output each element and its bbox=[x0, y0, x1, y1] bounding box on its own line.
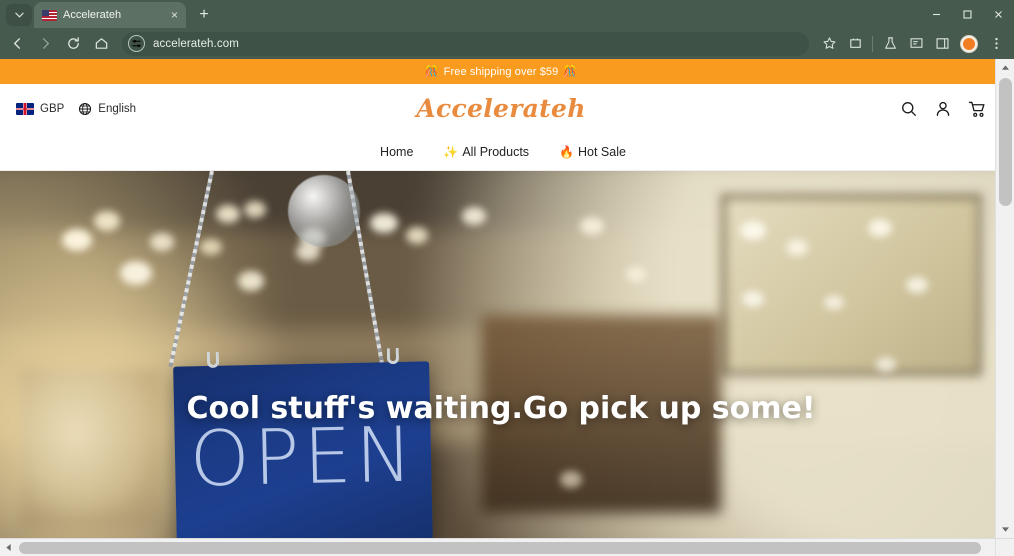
bokeh-light bbox=[216, 205, 240, 223]
language-selector[interactable]: English bbox=[78, 102, 136, 116]
avatar bbox=[963, 37, 975, 50]
home-button[interactable] bbox=[88, 31, 114, 57]
address-bar[interactable]: accelerateh.com bbox=[122, 31, 809, 56]
url-text: accelerateh.com bbox=[153, 37, 239, 50]
bokeh-light bbox=[406, 227, 428, 244]
bokeh-light bbox=[120, 261, 152, 285]
nav-item-all-products[interactable]: ✨ All Products bbox=[443, 145, 529, 159]
bokeh-light bbox=[824, 295, 844, 310]
hero-banner: OPEN Cool stuff's waiting.Go pick up som… bbox=[0, 171, 1002, 551]
profile-avatar[interactable] bbox=[960, 34, 978, 53]
web-page: 🎊 Free shipping over $59 🎊 GBP English A… bbox=[0, 59, 1002, 551]
sparkles-icon: ✨ bbox=[443, 144, 459, 159]
maximize-button[interactable] bbox=[952, 0, 983, 28]
site-nav: Home ✨ All Products 🔥 Hot Sale bbox=[0, 133, 1002, 171]
currency-selector[interactable]: GBP bbox=[16, 102, 65, 115]
chrome-menu-icon[interactable] bbox=[984, 31, 1008, 57]
tab-title: Accelerateh bbox=[63, 9, 122, 21]
toolbar-divider bbox=[872, 35, 873, 52]
currency-label: GBP bbox=[40, 102, 65, 115]
browser-tab[interactable]: Accelerateh × bbox=[34, 2, 186, 28]
cart-icon[interactable] bbox=[968, 100, 986, 118]
new-tab-button[interactable]: + bbox=[192, 3, 216, 27]
horizontal-scroll-thumb[interactable] bbox=[19, 541, 981, 554]
window-controls bbox=[921, 0, 1014, 28]
header-actions bbox=[900, 100, 986, 118]
bokeh-light bbox=[742, 291, 764, 307]
confetti-icon-right: 🎊 bbox=[563, 66, 578, 78]
page-viewport: 🎊 Free shipping over $59 🎊 GBP English A… bbox=[0, 59, 1014, 556]
bokeh-light bbox=[740, 221, 766, 240]
glass-ball-ornament bbox=[288, 175, 360, 247]
close-icon[interactable]: × bbox=[169, 9, 180, 21]
labs-flask-icon[interactable] bbox=[878, 31, 902, 57]
bokeh-light bbox=[580, 217, 604, 235]
browser-window: Accelerateh × + accelerateh.com 🎊 Free s… bbox=[0, 0, 1014, 556]
bokeh-light bbox=[244, 201, 266, 218]
scrollbar-corner bbox=[995, 538, 1014, 556]
minimize-button[interactable] bbox=[921, 0, 952, 28]
search-icon[interactable] bbox=[900, 100, 918, 118]
confetti-icon-left: 🎊 bbox=[424, 66, 439, 78]
tab-search-button[interactable] bbox=[6, 4, 32, 26]
nav-item-hot-sale[interactable]: 🔥 Hot Sale bbox=[559, 145, 626, 159]
bokeh-light bbox=[906, 277, 928, 293]
browser-chrome: Accelerateh × + accelerateh.com bbox=[0, 0, 1014, 59]
bokeh-light bbox=[200, 239, 222, 255]
nav-label-hot-sale: Hot Sale bbox=[578, 144, 626, 159]
extensions-icon[interactable] bbox=[843, 31, 867, 57]
vertical-scroll-track[interactable] bbox=[996, 76, 1014, 521]
nav-item-home[interactable]: Home bbox=[376, 145, 413, 159]
site-logo[interactable]: Accelerateh bbox=[0, 94, 1002, 123]
promo-text: Free shipping over $59 bbox=[443, 65, 559, 78]
bookmark-star-icon[interactable] bbox=[817, 31, 841, 57]
nav-label-home: Home bbox=[380, 144, 414, 159]
nav-label-all-products: All Products bbox=[462, 144, 530, 159]
forward-button[interactable] bbox=[32, 31, 58, 57]
bokeh-light bbox=[462, 207, 486, 225]
site-header: GBP English Accelerateh bbox=[0, 84, 1002, 133]
bokeh-light bbox=[868, 219, 892, 237]
tune-icon[interactable] bbox=[128, 35, 145, 52]
promo-banner: 🎊 Free shipping over $59 🎊 bbox=[0, 59, 1002, 84]
hero-headline: Cool stuff's waiting.Go pick up some! bbox=[186, 391, 816, 426]
bokeh-light bbox=[370, 213, 398, 233]
account-icon[interactable] bbox=[934, 100, 952, 118]
scroll-up-arrow[interactable] bbox=[996, 59, 1014, 76]
header-locale-group: GBP English bbox=[16, 102, 136, 116]
reading-list-icon[interactable] bbox=[904, 31, 928, 57]
vertical-scrollbar[interactable] bbox=[995, 59, 1014, 538]
us-flag-favicon bbox=[42, 9, 57, 21]
bokeh-light bbox=[626, 267, 646, 282]
framed-artwork-blur bbox=[721, 193, 982, 377]
horizontal-scrollbar[interactable] bbox=[0, 538, 1014, 556]
bokeh-light bbox=[238, 271, 264, 291]
uk-flag-icon bbox=[16, 102, 34, 115]
bokeh-light bbox=[94, 211, 120, 231]
language-label: English bbox=[98, 102, 137, 115]
globe-icon bbox=[78, 102, 92, 116]
bokeh-light bbox=[876, 357, 896, 372]
bokeh-light bbox=[62, 229, 92, 251]
side-panel-icon[interactable] bbox=[930, 31, 954, 57]
reload-button[interactable] bbox=[60, 31, 86, 57]
tab-strip: Accelerateh × + bbox=[0, 0, 1014, 28]
horizontal-scroll-track[interactable] bbox=[17, 539, 997, 556]
fire-icon: 🔥 bbox=[559, 144, 574, 159]
sign-hook-left bbox=[206, 351, 220, 368]
sign-hook-right bbox=[386, 347, 400, 365]
bokeh-light bbox=[560, 471, 582, 488]
scroll-down-arrow[interactable] bbox=[996, 521, 1014, 538]
browser-toolbar: accelerateh.com bbox=[0, 28, 1014, 59]
close-button[interactable] bbox=[983, 0, 1014, 28]
back-button[interactable] bbox=[4, 31, 30, 57]
vertical-scroll-thumb[interactable] bbox=[999, 78, 1012, 206]
scroll-left-arrow[interactable] bbox=[0, 539, 17, 556]
hero-background-image: OPEN bbox=[0, 171, 1002, 551]
bokeh-light bbox=[150, 233, 174, 251]
bokeh-light bbox=[786, 239, 808, 256]
